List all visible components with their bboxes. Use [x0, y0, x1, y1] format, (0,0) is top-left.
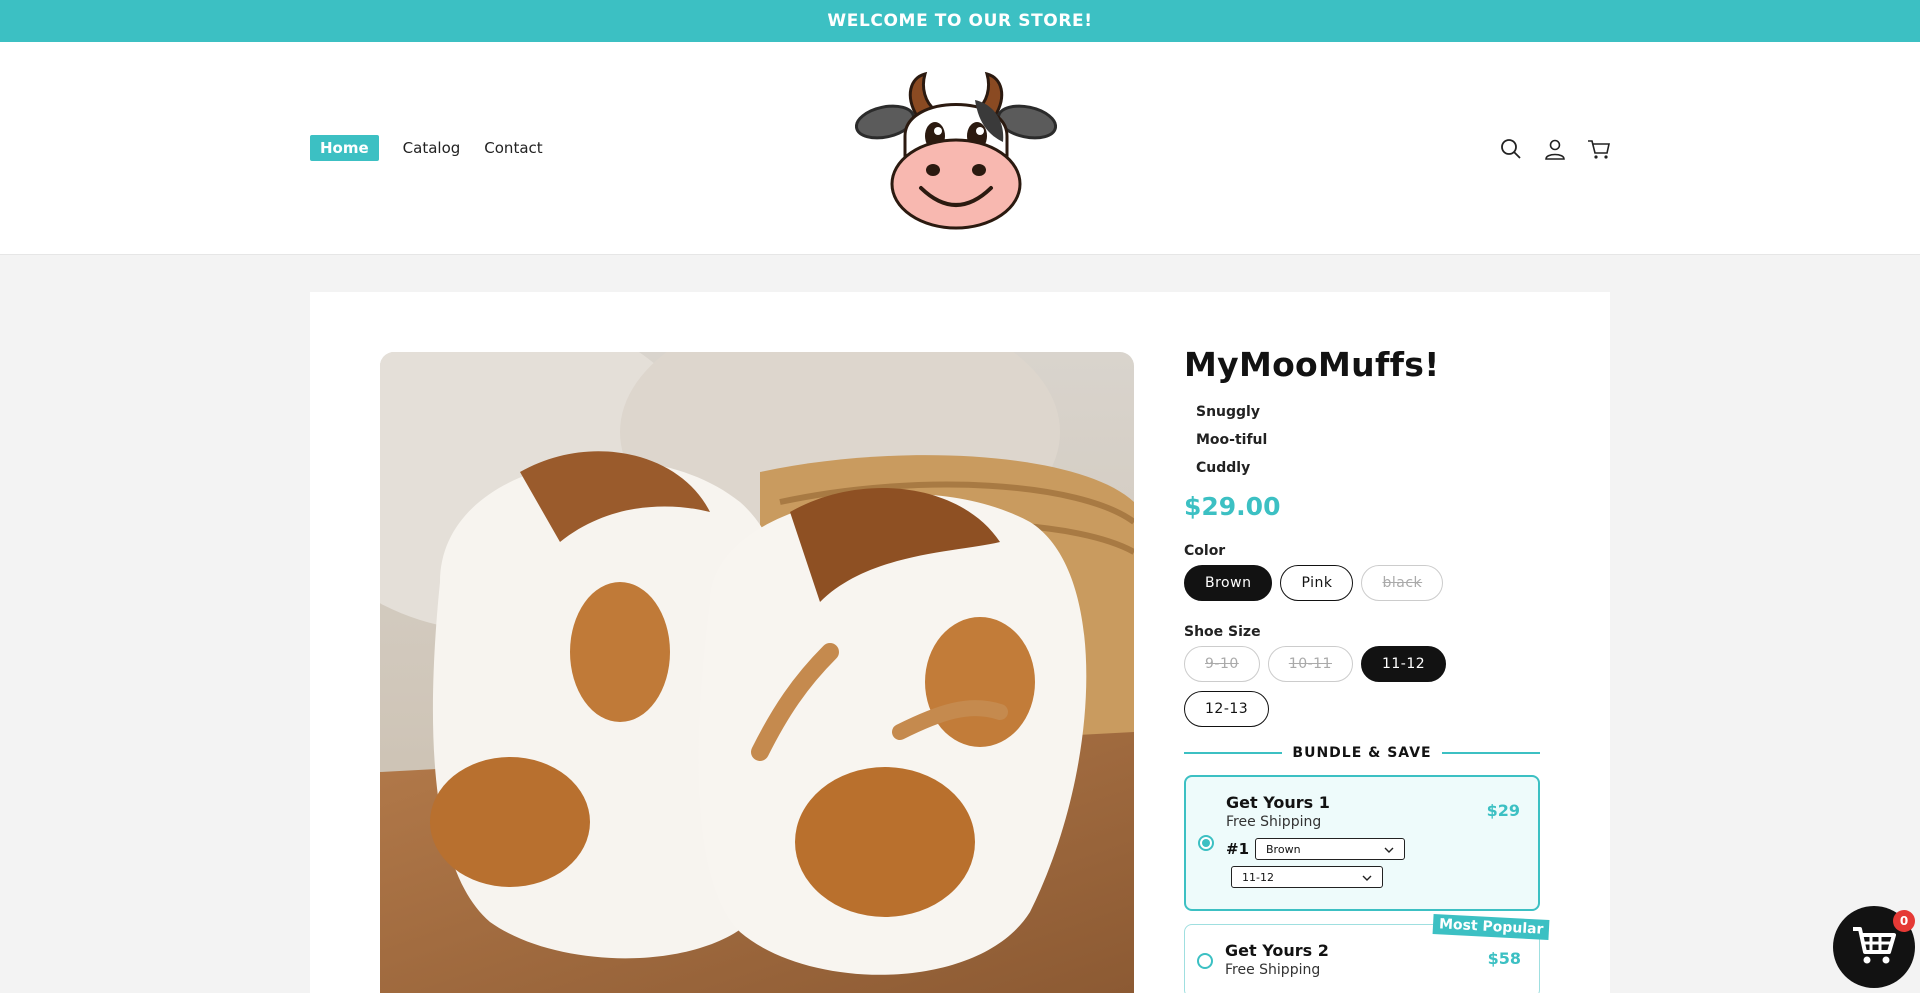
offer-price: $29 [1486, 801, 1520, 820]
site-header: Home Catalog Contact [0, 42, 1920, 255]
store-logo[interactable] [854, 66, 1058, 231]
cart-icon[interactable] [1584, 134, 1614, 164]
nav-catalog[interactable]: Catalog [403, 139, 461, 157]
size-option-10-11[interactable]: 10-11 [1267, 646, 1353, 682]
offer-2-radio[interactable] [1197, 953, 1213, 969]
size-select-value: 11-12 [1242, 870, 1274, 884]
bundle-offer-2[interactable]: Most Popular Get Yours 2 Free Shipping $… [1184, 913, 1550, 993]
offer-title: Get Yours 2 [1225, 941, 1329, 960]
offer-1-radio[interactable] [1198, 835, 1214, 851]
feature-item: Cuddly [1196, 460, 1251, 476]
color-options: Brown Pink black [1184, 565, 1540, 610]
feature-item: Moo-tiful [1196, 432, 1268, 448]
bundle-heading-text: BUNDLE & SAVE [1282, 745, 1442, 761]
nav-home[interactable]: Home [310, 135, 379, 161]
chevron-down-icon [1384, 843, 1394, 856]
most-popular-badge: Most Popular [1432, 913, 1550, 941]
offer-title: Get Yours 1 [1226, 793, 1330, 812]
product-info: MyMooMuffs! Snuggly Moo-tiful Cuddly $29… [1184, 345, 1550, 993]
size-option-12-13[interactable]: 12-13 [1184, 691, 1270, 727]
announcement-text: WELCOME TO OUR STORE! [827, 11, 1093, 31]
header-icons [1496, 134, 1628, 164]
account-icon[interactable] [1540, 134, 1570, 164]
main-nav: Home Catalog Contact [310, 135, 567, 161]
product-image[interactable] [380, 352, 1134, 993]
color-option-brown[interactable]: Brown [1184, 565, 1273, 601]
product-title: MyMooMuffs! [1184, 345, 1440, 384]
product-price: $29.00 [1184, 492, 1281, 521]
color-select[interactable]: Brown [1255, 838, 1406, 860]
cart-icon [1851, 924, 1897, 970]
size-option-11-12[interactable]: 11-12 [1360, 646, 1447, 682]
offer-subtitle: Free Shipping [1226, 814, 1322, 830]
bundle-offer-1[interactable]: Get Yours 1 Free Shipping $29 #1 Brown 1… [1184, 775, 1540, 911]
size-select[interactable]: 11-12 [1231, 866, 1383, 888]
color-option-black[interactable]: black [1361, 565, 1444, 601]
search-icon[interactable] [1496, 134, 1526, 164]
bundle-heading: BUNDLE & SAVE [1184, 742, 1540, 762]
size-label: Shoe Size [1184, 624, 1261, 640]
floating-cart-button[interactable]: 0 [1833, 906, 1915, 988]
variant-row: 11-12 [1231, 866, 1520, 888]
feature-item: Snuggly [1196, 404, 1260, 420]
variant-row: #1 Brown [1226, 838, 1520, 860]
color-option-pink[interactable]: Pink [1280, 565, 1354, 601]
item-number: #1 [1226, 840, 1250, 858]
feature-list: Snuggly Moo-tiful Cuddly [1196, 398, 1540, 482]
color-label: Color [1184, 543, 1226, 559]
nav-contact[interactable]: Contact [484, 139, 542, 157]
announcement-bar: WELCOME TO OUR STORE! [0, 0, 1920, 42]
cart-count-badge: 0 [1893, 910, 1915, 932]
chevron-down-icon [1362, 871, 1372, 884]
size-options: 9-10 10-11 11-12 12-13 [1184, 646, 1540, 736]
offer-subtitle: Free Shipping [1225, 962, 1321, 978]
offer-price: $58 [1487, 949, 1521, 968]
size-option-9-10[interactable]: 9-10 [1184, 646, 1260, 682]
color-select-value: Brown [1266, 842, 1301, 856]
